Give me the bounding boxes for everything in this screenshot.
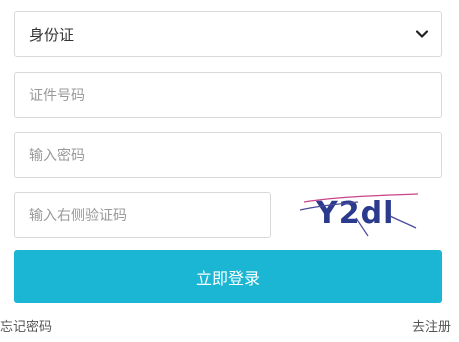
captcha-input[interactable]: 输入右侧验证码 — [14, 192, 271, 238]
captcha-text: Y2dl — [315, 196, 394, 231]
captcha-image[interactable]: Y2dl — [298, 188, 430, 238]
register-link[interactable]: 去注册 — [412, 316, 451, 335]
captcha-input-placeholder: 输入右侧验证码 — [29, 208, 127, 224]
login-form: 身份证 证件号码 输入密码 输入右侧验证码 Y2dl 立即登录 忘记密码 去注册 — [0, 0, 459, 342]
forgot-password-link[interactable]: 忘记密码 — [0, 316, 52, 335]
password-input[interactable]: 输入密码 — [14, 132, 442, 178]
id-number-input[interactable]: 证件号码 — [14, 72, 442, 118]
chevron-down-icon — [415, 27, 429, 41]
id-type-select-value: 身份证 — [29, 25, 75, 44]
id-number-placeholder: 证件号码 — [29, 88, 85, 104]
id-type-select[interactable]: 身份证 — [14, 11, 442, 57]
login-button[interactable]: 立即登录 — [14, 250, 442, 303]
password-placeholder: 输入密码 — [29, 148, 85, 164]
